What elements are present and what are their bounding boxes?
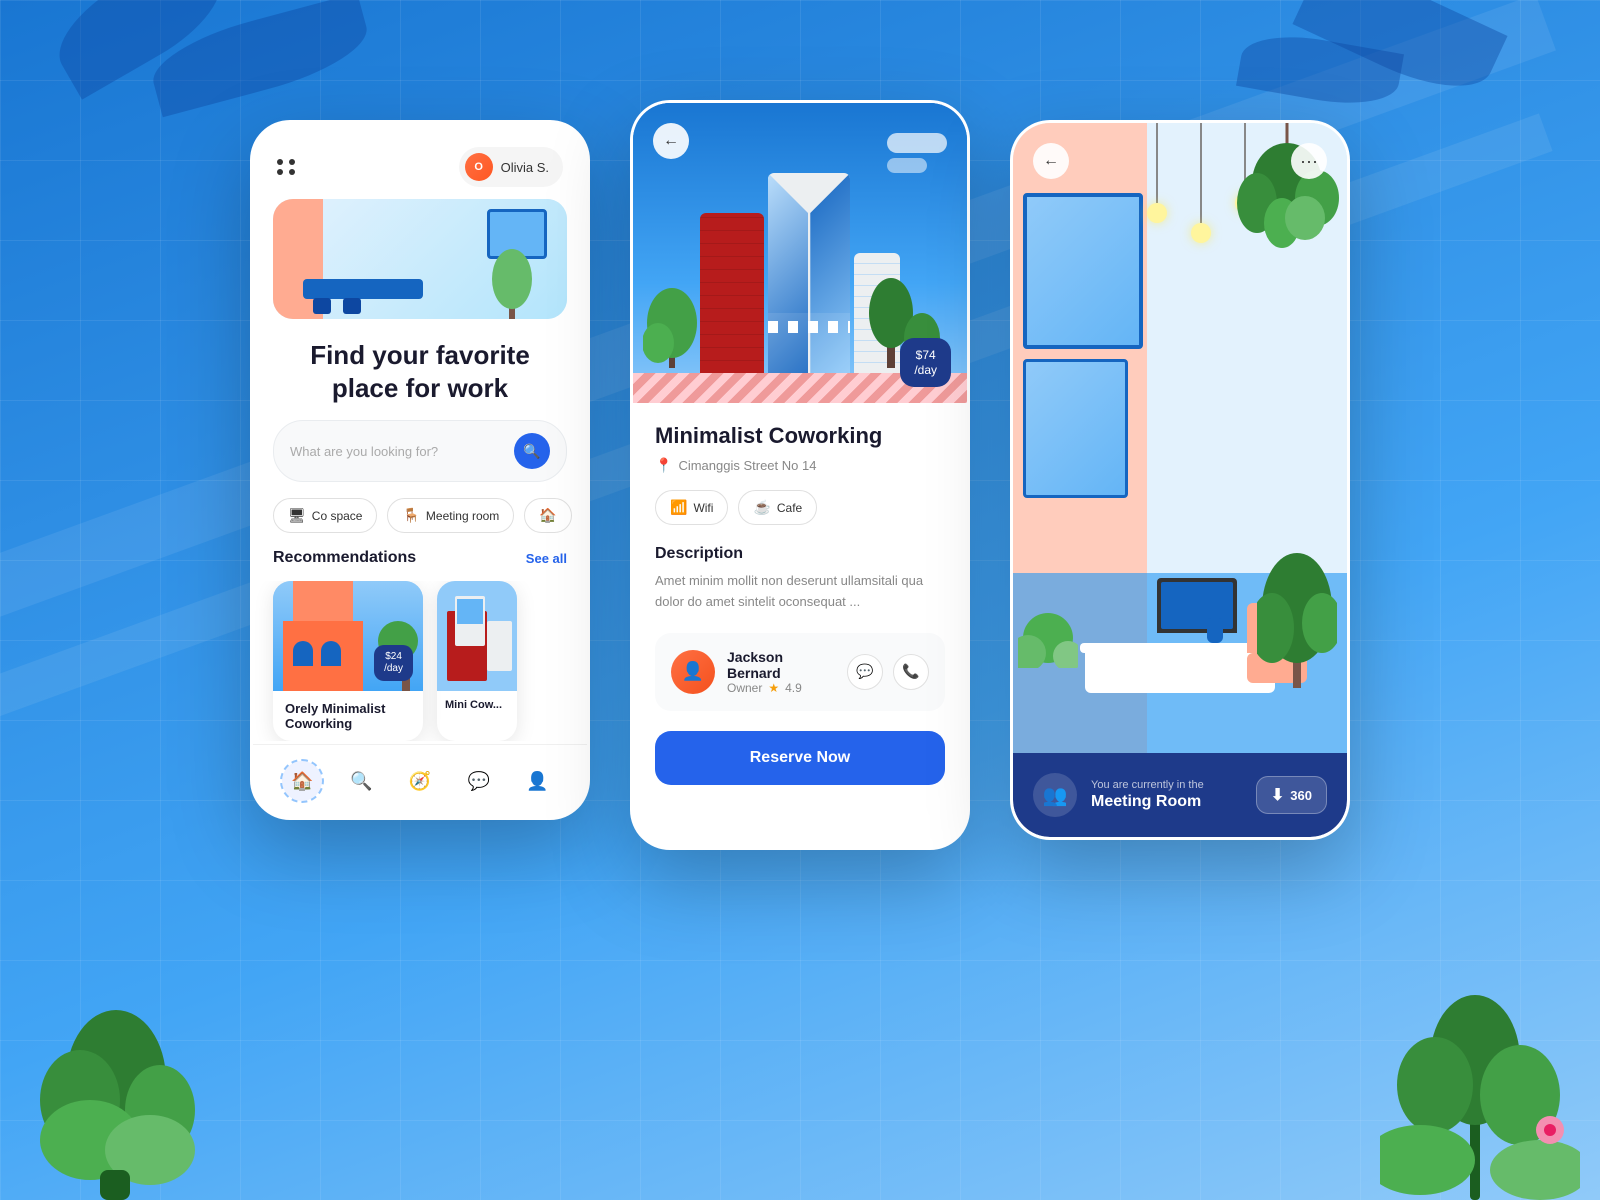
phone3-top-bar: ← ··· bbox=[1013, 123, 1347, 199]
see-all-link[interactable]: See all bbox=[526, 551, 567, 566]
back-button[interactable]: ← bbox=[653, 123, 689, 159]
rec-card-image-1: $24 /day bbox=[273, 581, 423, 691]
hero-image bbox=[273, 199, 567, 319]
search-bar[interactable]: What are you looking for? 🔍 bbox=[273, 420, 567, 482]
co-space-icon: 🖥 bbox=[288, 507, 306, 524]
call-button[interactable]: 📞 bbox=[893, 654, 929, 690]
user-badge[interactable]: O Olivia S. bbox=[459, 147, 563, 187]
price-badge-1: $24 /day bbox=[374, 645, 413, 681]
section-header: Recommendations See all bbox=[253, 549, 587, 581]
phone1-header: O Olivia S. bbox=[253, 123, 587, 199]
cactus bbox=[1018, 568, 1078, 673]
more-button[interactable]: ··· bbox=[1291, 143, 1327, 179]
filter-co-space[interactable]: 🖥 Co space bbox=[273, 498, 377, 533]
owner-meta: Owner ★ 4.9 bbox=[727, 681, 835, 695]
cafe-icon: ☕ bbox=[753, 499, 770, 516]
plant-bottom-left bbox=[20, 900, 220, 1200]
floor-plant bbox=[1257, 538, 1337, 693]
phone3-bottom-bar: 👥 You are currently in the Meeting Room … bbox=[1013, 753, 1347, 837]
user-name: Olivia S. bbox=[501, 160, 549, 175]
cafe-label: Cafe bbox=[777, 501, 802, 515]
nav-compass[interactable]: 🧭 bbox=[400, 761, 440, 801]
main-title: Find your favorite place for work bbox=[253, 319, 587, 420]
nav-chat[interactable]: 💬 bbox=[459, 761, 499, 801]
back-button-3[interactable]: ← bbox=[1033, 143, 1069, 179]
owner-rating: 4.9 bbox=[785, 681, 802, 695]
phone2-price: $74 /day bbox=[900, 338, 951, 387]
rec-card-2[interactable]: Mini Cow... bbox=[437, 581, 517, 741]
recommendations-row: $24 /day Orely Minimalist Coworking bbox=[253, 581, 587, 741]
meeting-icon: 🪑 bbox=[402, 507, 419, 524]
nav-search[interactable]: 🔍 bbox=[341, 761, 381, 801]
owner-avatar: 👤 bbox=[671, 650, 715, 694]
view-label: 360 bbox=[1290, 788, 1312, 803]
meeting-label: Meeting room bbox=[426, 509, 499, 523]
reserve-button[interactable]: Reserve Now bbox=[655, 731, 945, 785]
phone2-content: Minimalist Coworking 📍 Cimanggis Street … bbox=[633, 403, 967, 847]
avatar: O bbox=[465, 153, 493, 181]
owner-role: Owner bbox=[727, 681, 762, 695]
desc-title: Description bbox=[655, 545, 945, 563]
rec-card-1[interactable]: $24 /day Orely Minimalist Coworking bbox=[273, 581, 423, 741]
currently-in: You are currently in the bbox=[1091, 779, 1242, 791]
phone3-hero: ← ··· bbox=[1013, 123, 1347, 753]
rec-card-name-2: Mini Cow... bbox=[445, 699, 509, 711]
nav-profile[interactable]: 👤 bbox=[518, 761, 558, 801]
price-unit-1: /day bbox=[384, 663, 403, 675]
owner-name: Jackson Bernard bbox=[727, 649, 835, 681]
owner-row: 👤 Jackson Bernard Owner ★ 4.9 💬 📞 bbox=[655, 633, 945, 711]
place-address: 📍 Cimanggis Street No 14 bbox=[655, 457, 945, 474]
filter-extra[interactable]: 🏠 bbox=[524, 498, 571, 533]
amenities-row: 📶 Wifi ☕ Cafe bbox=[655, 490, 945, 525]
chat-button[interactable]: 💬 bbox=[847, 654, 883, 690]
co-space-label: Co space bbox=[312, 509, 363, 523]
room-info: You are currently in the Meeting Room bbox=[1091, 779, 1242, 811]
room-name: Meeting Room bbox=[1091, 793, 1242, 811]
owner-info: Jackson Bernard Owner ★ 4.9 bbox=[727, 649, 835, 695]
extra-icon: 🏠 bbox=[539, 507, 556, 524]
star-icon: ★ bbox=[768, 681, 779, 695]
place-name: Minimalist Coworking bbox=[655, 423, 945, 449]
wifi-icon: 📶 bbox=[670, 499, 687, 516]
phone2-hero: ← $74 /day bbox=[633, 103, 967, 403]
wifi-label: Wifi bbox=[693, 501, 713, 515]
view-360-button[interactable]: ⬇ 360 bbox=[1256, 776, 1327, 814]
amenity-wifi[interactable]: 📶 Wifi bbox=[655, 490, 728, 525]
room-avatar: 👥 bbox=[1033, 773, 1077, 817]
search-placeholder: What are you looking for? bbox=[290, 444, 504, 459]
filter-meeting-room[interactable]: 🪑 Meeting room bbox=[387, 498, 514, 533]
owner-actions: 💬 📞 bbox=[847, 654, 929, 690]
price-amount-1: $24 bbox=[384, 651, 403, 663]
price-main: $74 bbox=[914, 348, 937, 362]
filter-row: 🖥 Co space 🪑 Meeting room 🏠 bbox=[253, 498, 587, 549]
phone-2: ← $74 /day Minimalist Coworking 📍 Cimang… bbox=[630, 100, 970, 850]
desc-text: Amet minim mollit non deserunt ullamsita… bbox=[655, 571, 945, 613]
rec-card-name-1: Orely Minimalist Coworking bbox=[285, 701, 411, 731]
view-icon: ⬇ bbox=[1271, 785, 1284, 805]
address-text: Cimanggis Street No 14 bbox=[678, 458, 816, 473]
phone-1: O Olivia S. bbox=[250, 120, 590, 820]
windows bbox=[1013, 183, 1163, 530]
phone-3: ← ··· 👥 You are currently in the Meeting… bbox=[1010, 120, 1350, 840]
nav-home[interactable]: 🏠 bbox=[282, 761, 322, 801]
nav-ring bbox=[280, 759, 324, 803]
menu-icon[interactable] bbox=[277, 159, 297, 175]
bottom-nav: 🏠 🔍 🧭 💬 👤 bbox=[253, 744, 587, 817]
amenity-cafe[interactable]: ☕ Cafe bbox=[738, 490, 817, 525]
pin-icon: 📍 bbox=[655, 457, 672, 474]
phones-container: O Olivia S. bbox=[250, 120, 1350, 850]
section-title: Recommendations bbox=[273, 549, 416, 567]
plant-bottom-right bbox=[1380, 900, 1580, 1200]
search-button[interactable]: 🔍 bbox=[514, 433, 550, 469]
price-unit: /day bbox=[914, 363, 937, 377]
